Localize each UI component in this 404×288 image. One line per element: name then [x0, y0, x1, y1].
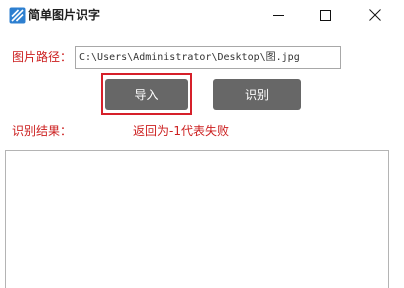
image-path-label: 图片路径：: [12, 50, 73, 64]
title-bar[interactable]: 简单图片识字: [0, 0, 404, 30]
window-title: 简单图片识字: [28, 8, 101, 22]
result-textarea[interactable]: [5, 150, 389, 288]
result-label: 识别结果：: [12, 124, 73, 138]
close-icon: [369, 6, 381, 25]
minimize-button[interactable]: [255, 0, 301, 30]
result-status-text: 返回为-1代表失败: [133, 124, 229, 138]
image-path-field[interactable]: C:\Users\Administrator\Desktop\图.jpg: [75, 46, 341, 69]
close-button[interactable]: [352, 0, 398, 30]
maximize-icon: [319, 6, 331, 25]
recognize-button[interactable]: 识别: [213, 79, 301, 110]
minimize-icon: [272, 6, 284, 25]
app-window: 简单图片识字 图片路径： C:\Users\Administrator\Desk…: [0, 0, 404, 288]
maximize-button[interactable]: [302, 0, 348, 30]
app-stripes-icon: [9, 7, 26, 24]
import-button[interactable]: 导入: [105, 79, 188, 110]
